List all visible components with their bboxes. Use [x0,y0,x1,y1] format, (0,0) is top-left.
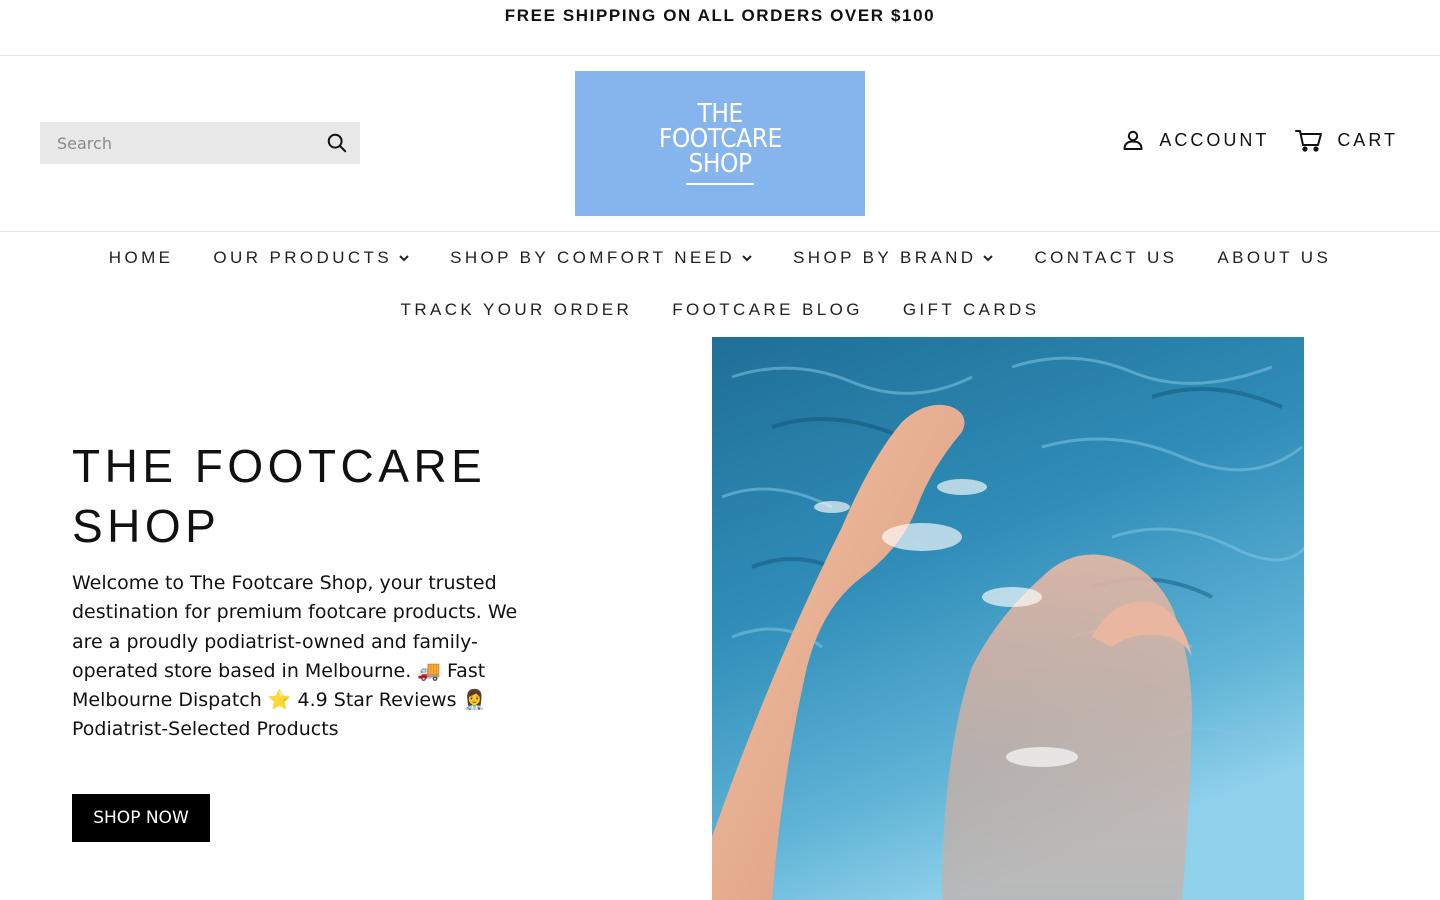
nav-item-label: HOME [108,248,174,267]
site-logo[interactable]: THE FOOTCARE SHOP [575,71,865,216]
hero-title: THE FOOTCARE SHOP [72,440,487,552]
search-button[interactable] [314,122,360,164]
nav-item-home[interactable]: HOME [89,248,194,268]
nav-item-label: TRACK YOUR ORDER [400,300,633,319]
nav-item-label: SHOP BY BRAND [793,248,977,267]
announcement-bar: FREE SHIPPING ON ALL ORDERS OVER $100 [0,0,1440,56]
nav-item-track-your-order[interactable]: TRACK YOUR ORDER [381,300,653,320]
hero-description: Welcome to The Footcare Shop, your trust… [72,572,518,741]
nav-item-label: FOOTCARE BLOG [672,300,863,319]
nav-item-label: CONTACT US [1034,248,1178,267]
nav-item-contact-us[interactable]: CONTACT US [1014,248,1197,268]
search-icon [327,133,347,153]
main-navigation: HOME OUR PRODUCTS SHOP BY COMFORT NEED S… [0,231,1440,336]
nav-item-label: SHOP BY COMFORT NEED [450,248,736,267]
shop-now-button[interactable]: SHOP NOW [72,794,210,842]
nav-item-label: ABOUT US [1217,248,1332,267]
nav-item-footcare-blog[interactable]: FOOTCARE BLOG [652,300,883,320]
nav-item-label: OUR PRODUCTS [213,248,393,267]
account-link[interactable]: ACCOUNT [1121,128,1269,152]
cart-link[interactable]: CART [1295,128,1398,152]
search-form [40,122,360,164]
chevron-down-icon [398,254,410,262]
nav-item-our-products[interactable]: OUR PRODUCTS [193,248,430,268]
nav-item-shop-by-brand[interactable]: SHOP BY BRAND [773,248,1014,268]
nav-row-2: TRACK YOUR ORDER FOOTCARE BLOG GIFT CARD… [0,284,1440,336]
announcement-text: FREE SHIPPING ON ALL ORDERS OVER $100 [504,6,936,25]
logo-line-3: SHOP [688,149,752,179]
account-label: ACCOUNT [1159,129,1270,150]
chevron-down-icon [741,254,753,262]
user-icon [1123,130,1143,150]
feet-in-pool-image [712,337,1304,900]
nav-item-shop-by-comfort-need[interactable]: SHOP BY COMFORT NEED [430,248,773,268]
nav-item-about-us[interactable]: ABOUT US [1197,248,1351,268]
nav-item-label: GIFT CARDS [902,300,1040,319]
nav-item-gift-cards[interactable]: GIFT CARDS [883,300,1060,320]
nav-row-1: HOME OUR PRODUCTS SHOP BY COMFORT NEED S… [0,232,1440,284]
logo-underline [686,183,754,185]
header-links: ACCOUNT CART [1121,128,1398,152]
cart-label: CART [1337,129,1398,150]
cart-icon [1295,130,1323,152]
chevron-down-icon [982,254,994,262]
search-input[interactable] [40,122,314,164]
